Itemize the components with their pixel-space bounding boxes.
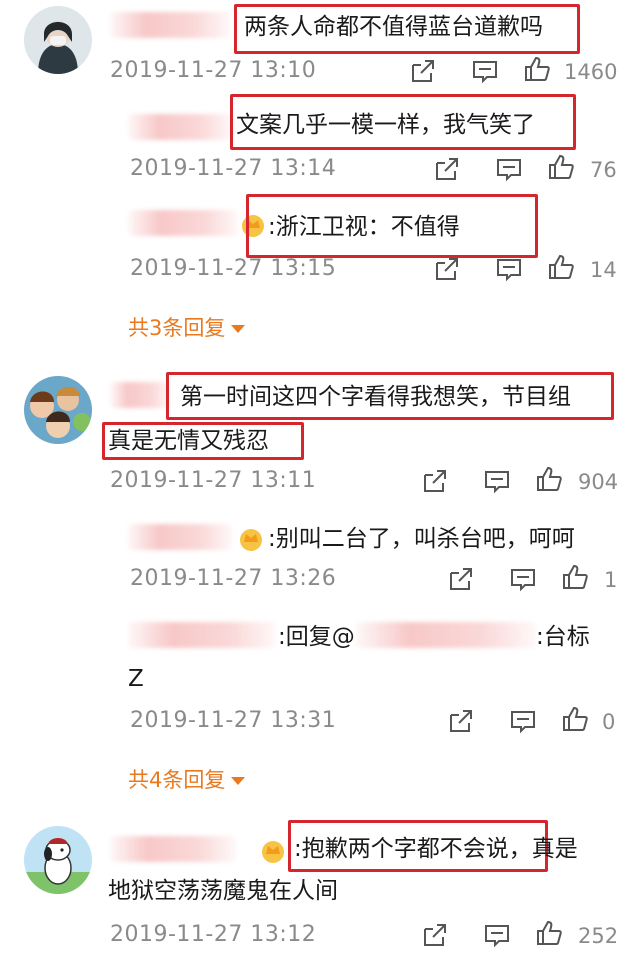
reply-timestamp: 2019-11-27 13:31 [130,708,337,733]
reply-text-continued: Z [128,666,144,692]
like-icon[interactable] [522,54,552,84]
comment-text-line1: :抱歉两个字都不会说，真是 [294,836,578,862]
blurred-username [110,836,236,862]
reply-text: 文案几乎一模一样，我气笑了 [236,112,535,138]
share-icon[interactable] [408,56,438,86]
blurred-username [128,622,276,648]
vip-crown-icon [238,526,264,552]
blurred-mention [356,622,536,648]
like-icon[interactable] [534,464,564,494]
like-count: 0 [602,710,616,734]
blurred-username [110,12,230,38]
comment-text-line1: 第一时间这四个字看得我想笑，节目组 [180,384,571,410]
more-replies-link[interactable]: 共3条回复 [128,312,246,342]
like-count: 1 [604,568,618,592]
comment-icon[interactable] [482,920,512,950]
reply-text-suffix: :台标 [536,624,590,650]
comment-timestamp: 2019-11-27 13:11 [110,468,317,493]
like-count: 14 [590,258,617,282]
share-icon[interactable] [432,254,462,284]
reply-text: :浙江卫视：不值得 [268,214,460,240]
share-icon[interactable] [420,466,450,496]
blurred-username [110,382,170,408]
avatar[interactable] [24,6,92,74]
like-count: 252 [578,924,619,948]
blurred-username [128,114,232,140]
blurred-username [128,524,232,550]
like-icon[interactable] [546,152,576,182]
like-count: 1460 [564,60,618,84]
reply-timestamp: 2019-11-27 13:14 [130,156,337,181]
comment-text: 两条人命都不值得蓝台道歉吗 [244,14,543,40]
more-replies-label: 共3条回复 [128,316,226,340]
comment-icon[interactable] [494,154,524,184]
share-icon[interactable] [446,564,476,594]
chevron-down-icon [231,777,246,785]
more-replies-label: 共4条回复 [128,768,226,792]
reply-timestamp: 2019-11-27 13:15 [130,256,337,281]
share-icon[interactable] [446,706,476,736]
reply-timestamp: 2019-11-27 13:26 [130,566,337,591]
like-icon[interactable] [546,252,576,282]
like-icon[interactable] [560,562,590,592]
comment-text-line2: 真是无情又残忍 [108,428,269,454]
comment-text-line2: 地狱空荡荡魔鬼在人间 [108,878,338,904]
avatar[interactable] [24,826,92,894]
share-icon[interactable] [432,154,462,184]
like-count: 904 [578,470,619,494]
reply-text: :别叫二台了，叫杀台吧，呵呵 [268,526,575,552]
chevron-down-icon [231,325,246,333]
more-replies-link[interactable]: 共4条回复 [128,764,246,794]
comment-icon[interactable] [494,254,524,284]
like-icon[interactable] [560,704,590,734]
vip-crown-icon [260,838,286,864]
reply-text-prefix: :回复@ [278,624,355,650]
comment-icon[interactable] [508,706,538,736]
share-icon[interactable] [420,920,450,950]
comment-icon[interactable] [482,466,512,496]
avatar[interactable] [24,376,92,444]
comment-timestamp: 2019-11-27 13:12 [110,922,317,947]
like-icon[interactable] [534,918,564,948]
comment-icon[interactable] [470,56,500,86]
comment-icon[interactable] [508,564,538,594]
comment-timestamp: 2019-11-27 13:10 [110,58,317,83]
like-count: 76 [590,158,617,182]
blurred-username [128,210,238,236]
